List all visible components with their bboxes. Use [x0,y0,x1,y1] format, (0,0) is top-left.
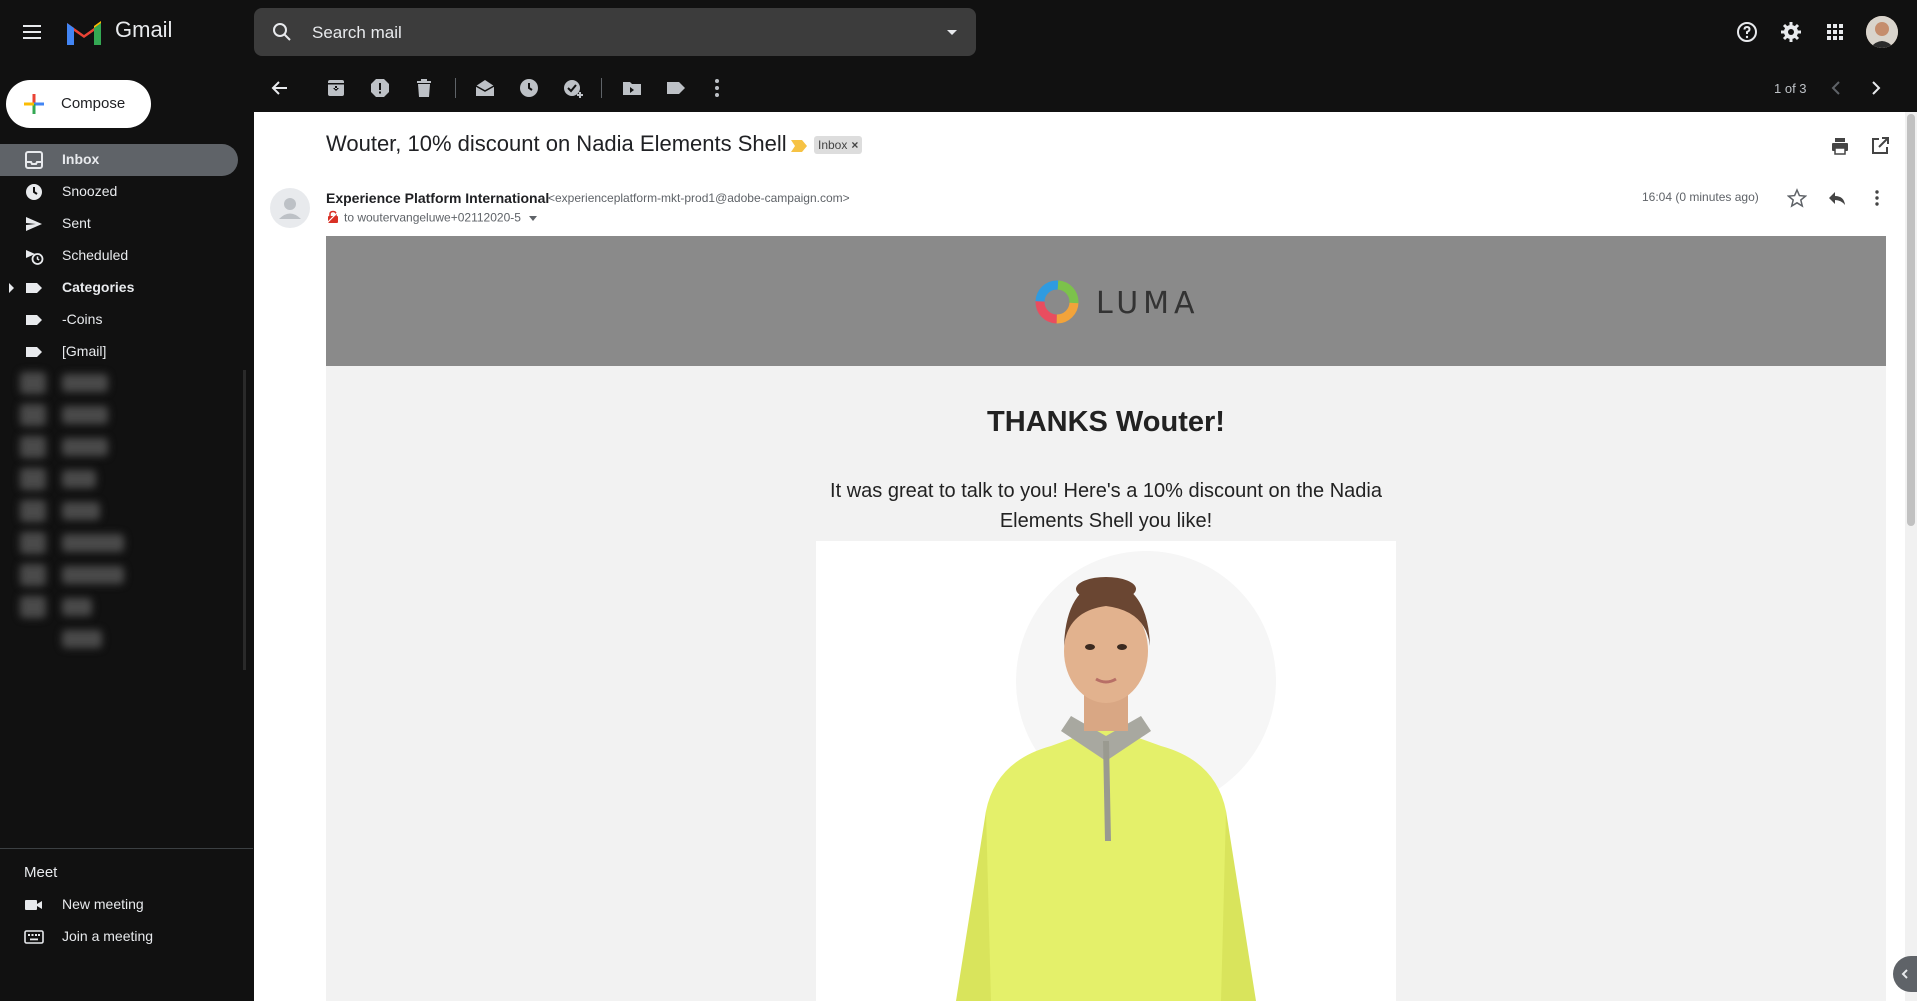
message-more-options-icon[interactable] [1867,188,1887,208]
reply-icon[interactable] [1827,188,1847,208]
move-to-icon[interactable] [620,76,644,100]
chevron-left-icon[interactable] [1824,76,1848,100]
sidebar-item-snoozed[interactable]: Snoozed [0,176,238,208]
toolbar-separator [455,78,456,98]
show-details-caret-icon[interactable] [528,216,537,221]
join-meeting-label: Join a meeting [62,928,154,944]
luma-wordmark[interactable]: LUMA [1096,286,1200,321]
meet-section-title: Meet [24,864,58,881]
keyboard-icon [24,930,44,944]
delete-trash-icon[interactable] [412,76,436,100]
unencrypted-lock-icon[interactable] [326,210,340,227]
sidebar-item-label: Inbox [62,151,100,167]
search-icon[interactable] [270,20,294,44]
gmail-wordmark[interactable]: Gmail [115,17,172,43]
add-to-tasks-icon[interactable] [561,76,585,100]
inbox-icon [25,151,43,169]
sidebar-item-label: Scheduled [62,247,129,263]
toolbar-separator [601,78,602,98]
print-icon[interactable] [1830,136,1850,156]
label-icon [26,315,42,325]
join-meeting-button[interactable]: Join a meeting [0,921,238,953]
apps-grid-icon[interactable] [1823,20,1847,44]
recipient-line: to woutervangeluwe+02112020-5 [326,210,537,227]
importance-marker-icon[interactable] [790,139,808,153]
mark-unread-icon[interactable] [473,76,497,100]
sidebar-item-label: -Coins [62,311,103,327]
recipient-text: to woutervangeluwe+02112020-5 [344,210,521,225]
sidebar-item-inbox[interactable]: Inbox [0,144,238,176]
label-icon [26,347,42,357]
new-meeting-label: New meeting [62,896,144,912]
remove-label-button[interactable]: × [851,138,858,152]
email-timestamp: 16:04 (0 minutes ago) [1642,190,1759,204]
open-in-new-window-icon[interactable] [1870,136,1890,156]
chevron-left-icon [1901,969,1908,979]
report-spam-icon[interactable] [368,76,392,100]
sidebar-scrollbar[interactable] [243,370,246,670]
new-meeting-button[interactable]: New meeting [0,889,238,921]
more-options-icon[interactable] [705,76,729,100]
email-subject: Wouter, 10% discount on Nadia Elements S… [326,131,787,156]
scheduled-icon [26,250,44,265]
message-count: 1 of 3 [1774,81,1807,96]
compose-label: Compose [61,95,126,112]
sender-avatar[interactable] [270,188,310,228]
chevron-right-icon[interactable] [1864,76,1888,100]
email-view: Wouter, 10% discount on Nadia Elements S… [254,112,1905,1001]
sidebar-item-label: Categories [62,279,135,295]
email-scrollbar[interactable] [1905,112,1917,1001]
inbox-label-chip: Inbox × [814,136,863,154]
sidebar-item-coins[interactable]: -Coins [0,304,238,336]
sidebar-divider [0,848,253,849]
settings-gear-icon[interactable] [1779,20,1803,44]
video-camera-icon [25,900,42,910]
search-input[interactable] [310,21,874,45]
main-menu-icon[interactable] [20,20,44,44]
clock-icon [26,184,42,200]
search-bar[interactable] [254,8,976,56]
inbox-chip-label: Inbox [818,138,848,152]
plus-icon [24,94,44,114]
sidebar-item-sent[interactable]: Sent [0,208,238,240]
sidebar-item-scheduled[interactable]: Scheduled [0,240,238,272]
snooze-clock-icon[interactable] [517,76,541,100]
sender-email: <experienceplatform-mkt-prod1@adobe-camp… [548,191,850,205]
expand-arrow-icon[interactable] [9,283,14,293]
sidebar-item-label: [Gmail] [62,343,107,359]
archive-icon[interactable] [324,76,348,100]
label-tag-icon[interactable] [664,76,688,100]
product-image[interactable] [816,541,1396,1001]
sidebar-item-gmail[interactable]: [Gmail] [0,336,238,368]
sidebar-item-label: Snoozed [62,183,118,199]
account-avatar[interactable] [1866,16,1898,48]
luma-logo-icon[interactable] [1034,279,1080,325]
back-arrow-icon[interactable] [268,76,292,100]
top-bar: Gmail [0,0,1917,63]
send-icon [26,217,42,231]
sender-name[interactable]: Experience Platform International [326,190,549,206]
sidebar-item-categories[interactable]: Categories [0,272,238,304]
gmail-logo-icon[interactable] [64,17,104,47]
email-greeting: THANKS Wouter! [987,406,1225,438]
help-icon[interactable] [1735,20,1759,44]
label-icon [26,283,42,293]
sidebar-item-label: Sent [62,215,91,231]
email-content: LUMA THANKS Wouter! It was great to talk… [326,236,1886,1001]
email-message: It was great to talk to you! Here's a 10… [830,480,1382,532]
luma-banner: LUMA [326,236,1886,366]
email-scrollbar-thumb[interactable] [1907,114,1915,526]
star-icon[interactable] [1787,188,1807,208]
search-options-icon[interactable] [940,20,964,44]
compose-button[interactable]: Compose [6,80,151,128]
